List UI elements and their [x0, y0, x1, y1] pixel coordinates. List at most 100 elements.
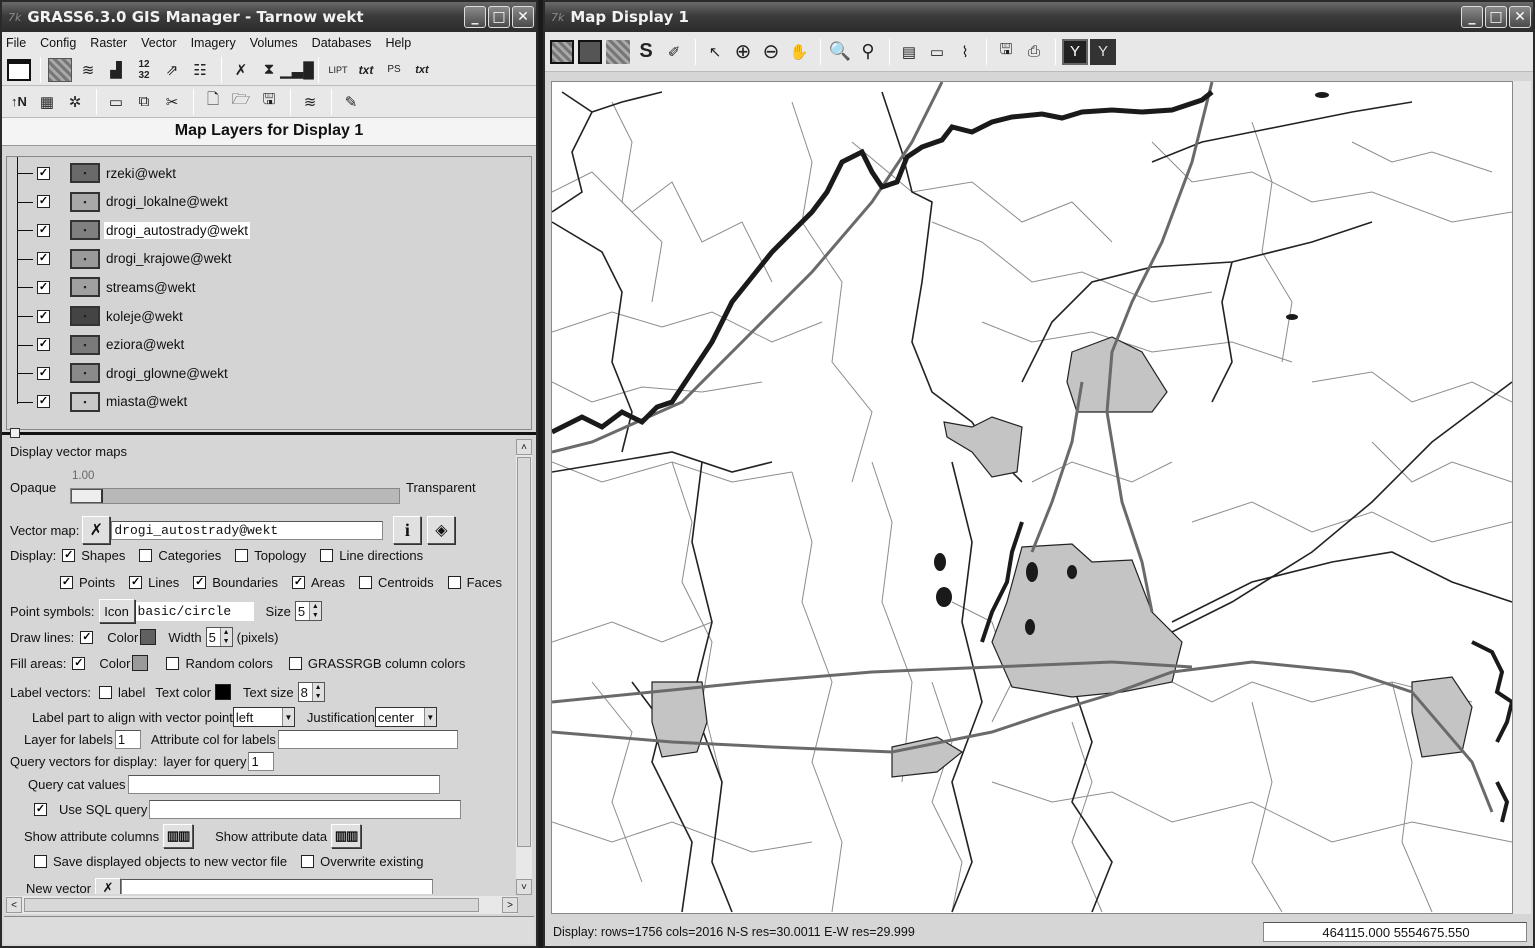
constrain-mode-icon[interactable]: Y: [1090, 38, 1116, 65]
spin-arrows-icon[interactable]: ▲ ▼: [311, 683, 324, 701]
layer-item[interactable]: ✓ ▪ miasta@wekt: [37, 390, 189, 414]
layer-item[interactable]: ✓ ▪ rzeki@wekt: [37, 161, 178, 185]
chart-icon[interactable]: ▁▃█: [280, 57, 314, 83]
digitize-icon[interactable]: ✎: [338, 89, 364, 115]
overwrite-checkbox[interactable]: [301, 855, 315, 868]
points-checkbox[interactable]: ✓: [60, 576, 73, 589]
shaded-relief-icon[interactable]: ⧗: [256, 57, 282, 83]
export-icon[interactable]: 🖫: [993, 39, 1019, 65]
display-titlebar[interactable]: 7k Map Display 1 _ □ ✕: [545, 2, 1533, 32]
rgb-layers-icon[interactable]: ≋: [75, 57, 101, 83]
layer-visibility-checkbox[interactable]: ✓: [37, 166, 50, 180]
new-file-icon[interactable]: 🗋: [200, 89, 226, 115]
topology-checkbox[interactable]: [235, 549, 249, 562]
print-icon[interactable]: ⎙: [1021, 39, 1047, 65]
thematic-icon[interactable]: ☷: [187, 57, 213, 83]
lines-checkbox[interactable]: ✓: [129, 576, 143, 589]
ps-label-icon[interactable]: PS: [381, 57, 407, 83]
profile-icon[interactable]: ⌇: [952, 39, 978, 65]
dropdown-arrow-icon[interactable]: ▼: [423, 708, 436, 726]
copy-icon[interactable]: ⧉: [131, 89, 157, 115]
zoom-to-region-icon[interactable]: [605, 39, 631, 65]
raster-map-icon[interactable]: [47, 57, 73, 83]
map-canvas[interactable]: [551, 81, 1513, 914]
layer-visibility-checkbox[interactable]: ✓: [37, 223, 50, 237]
folder-icon[interactable]: ▭: [103, 89, 129, 115]
new-display-icon[interactable]: [6, 57, 32, 83]
splitter-handle[interactable]: [10, 428, 20, 438]
menu-raster[interactable]: Raster: [90, 36, 127, 50]
erase-icon[interactable]: ✐: [661, 39, 687, 65]
grid-icon[interactable]: ▦: [34, 89, 60, 115]
cut-icon[interactable]: ✂: [159, 89, 185, 115]
info-button[interactable]: i: [393, 516, 422, 544]
attr-col-input[interactable]: [277, 730, 458, 749]
minimize-button[interactable]: _: [464, 6, 486, 28]
draw-lines-checkbox[interactable]: ✓: [80, 630, 94, 644]
vector-map-icon[interactable]: ✗: [228, 57, 254, 83]
save-new-checkbox[interactable]: [34, 855, 47, 868]
layer-item[interactable]: ✓ ▪ streams@wekt: [37, 275, 197, 299]
layer-item[interactable]: ✓ ▪ drogi_lokalne@wekt: [37, 190, 230, 214]
scroll-left-icon[interactable]: <: [6, 897, 22, 913]
layer-name[interactable]: drogi_autostrady@wekt: [104, 221, 251, 239]
menu-vector[interactable]: Vector: [141, 36, 176, 50]
new-vector-input[interactable]: [121, 878, 434, 894]
dropdown-arrow-icon[interactable]: ▼: [281, 708, 294, 726]
maximize-button[interactable]: □: [488, 6, 510, 28]
line-color-swatch[interactable]: [140, 629, 157, 645]
redraw-icon[interactable]: [577, 39, 603, 65]
ps-text-icon[interactable]: txt: [409, 57, 435, 83]
menu-file[interactable]: File: [6, 36, 26, 50]
use-sql-checkbox[interactable]: ✓: [34, 803, 47, 816]
grassrgb-checkbox[interactable]: [288, 656, 302, 670]
layer-visibility-checkbox[interactable]: ✓: [37, 280, 50, 294]
layer-visibility-checkbox[interactable]: ✓: [37, 252, 50, 266]
layer-name[interactable]: rzeki@wekt: [104, 165, 178, 182]
layer-item[interactable]: ✓ ▪ eziora@wekt: [37, 333, 186, 357]
layer-name[interactable]: streams@wekt: [104, 279, 197, 296]
text-icon[interactable]: txt: [353, 57, 379, 83]
show-attr-data-button[interactable]: ▥▥: [331, 824, 362, 848]
menu-config[interactable]: Config: [40, 36, 76, 50]
layer-visibility-checkbox[interactable]: ✓: [37, 366, 50, 380]
fill-color-swatch[interactable]: [132, 655, 149, 671]
layer-name[interactable]: eziora@wekt: [104, 336, 186, 353]
layer-name[interactable]: koleje@wekt: [104, 308, 185, 325]
options-vertical-scrollbar[interactable]: ˄ ˅: [516, 439, 532, 895]
layer-item[interactable]: ✓ ▪ koleje@wekt: [37, 304, 185, 328]
gear-icon[interactable]: ✲: [62, 89, 88, 115]
text-size-spinner[interactable]: 8 ▲ ▼: [297, 682, 325, 702]
zoom-back-icon[interactable]: 🔍: [827, 39, 853, 65]
vector-map-input[interactable]: drogi_autostrady@wekt: [111, 520, 384, 540]
h-scroll-thumb[interactable]: [24, 898, 479, 912]
label-align-select[interactable]: left ▼: [232, 707, 295, 727]
show-attr-cols-button[interactable]: ▥▥: [163, 824, 194, 848]
layer-labels-input[interactable]: 1: [114, 730, 141, 749]
scroll-down-icon[interactable]: ˅: [516, 879, 532, 895]
measure-icon[interactable]: ▭: [924, 39, 950, 65]
text-color-swatch[interactable]: [215, 684, 232, 700]
spin-arrows-icon[interactable]: ▲ ▼: [219, 628, 232, 646]
rerender-icon[interactable]: S: [633, 39, 659, 65]
symbol-input[interactable]: basic/circle: [135, 601, 254, 621]
menu-imagery[interactable]: Imagery: [191, 36, 236, 50]
layer-name[interactable]: drogi_krajowe@wekt: [104, 250, 234, 267]
layers-icon[interactable]: ≋: [297, 89, 323, 115]
close-button[interactable]: ✕: [512, 6, 534, 28]
pan-icon[interactable]: ✋: [786, 39, 812, 65]
zoom-in-icon[interactable]: ⊕: [730, 39, 756, 65]
spin-arrows-icon[interactable]: ▲ ▼: [308, 602, 321, 620]
layer-item[interactable]: ✓ ▪ drogi_glowne@wekt: [37, 361, 230, 385]
shapes-checkbox[interactable]: ✓: [62, 549, 76, 562]
save-icon[interactable]: 🖫: [256, 89, 282, 115]
sql-input[interactable]: [149, 800, 462, 819]
layer-name[interactable]: drogi_glowne@wekt: [104, 365, 230, 382]
icon-button[interactable]: Icon: [98, 599, 135, 623]
options-horizontal-scrollbar[interactable]: < >: [6, 896, 518, 914]
layer-visibility-checkbox[interactable]: ✓: [37, 338, 50, 352]
scroll-thumb[interactable]: [517, 457, 531, 847]
pane-splitter[interactable]: [2, 432, 536, 435]
fill-areas-checkbox[interactable]: ✓: [72, 656, 86, 670]
minimize-button[interactable]: _: [1461, 6, 1483, 28]
